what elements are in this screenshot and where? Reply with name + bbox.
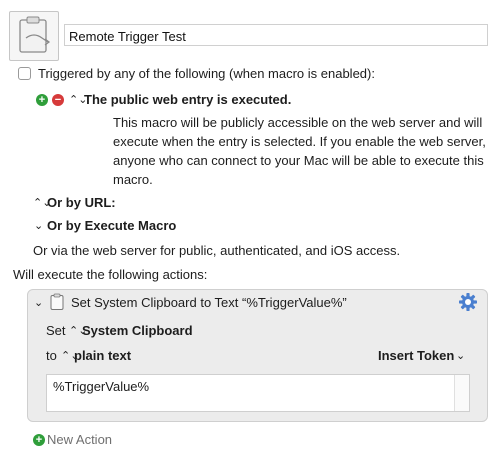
trigger-header-label: Triggered by any of the following (when … <box>38 66 375 81</box>
add-trigger-button[interactable]: + <box>36 94 48 106</box>
gear-icon[interactable] <box>458 292 478 315</box>
trigger-enable-checkbox[interactable] <box>18 67 31 80</box>
new-action-icon[interactable]: + <box>33 434 45 446</box>
actions-header: Will execute the following actions: <box>13 267 208 282</box>
text-format-select[interactable]: plain text <box>74 348 131 363</box>
clipboard-icon <box>19 16 51 53</box>
chevron-down-icon[interactable]: ⌄ <box>34 219 43 232</box>
new-action-button[interactable]: New Action <box>47 432 112 447</box>
insert-token-button[interactable]: Insert Token <box>378 348 454 363</box>
or-by-execute-macro-label[interactable]: Or by Execute Macro <box>47 218 176 233</box>
to-label: to <box>46 348 57 363</box>
web-entry-trigger-title: The public web entry is executed. <box>84 92 292 107</box>
web-server-note: Or via the web server for public, authen… <box>33 243 401 258</box>
text-scrollbar[interactable] <box>454 375 469 411</box>
chevron-down-icon[interactable]: ⌄ <box>34 296 43 309</box>
web-entry-description: This macro will be publicly accessible o… <box>113 115 486 187</box>
clipboard-text-value: %TriggerValue% <box>53 379 150 394</box>
clipboard-target-select[interactable]: System Clipboard <box>82 323 193 338</box>
chevron-down-icon[interactable]: ⌄ <box>456 349 465 362</box>
action-title: Set System Clipboard to Text “%TriggerVa… <box>71 295 347 310</box>
macro-name-field[interactable]: Remote Trigger Test <box>64 24 488 46</box>
set-label: Set <box>46 323 66 338</box>
or-by-url-label[interactable]: Or by URL: <box>47 195 116 210</box>
remove-trigger-button[interactable]: − <box>52 94 64 106</box>
macro-icon[interactable] <box>9 11 59 61</box>
clipboard-text-field[interactable]: %TriggerValue% <box>46 374 470 412</box>
action-clipboard-icon <box>49 293 65 314</box>
